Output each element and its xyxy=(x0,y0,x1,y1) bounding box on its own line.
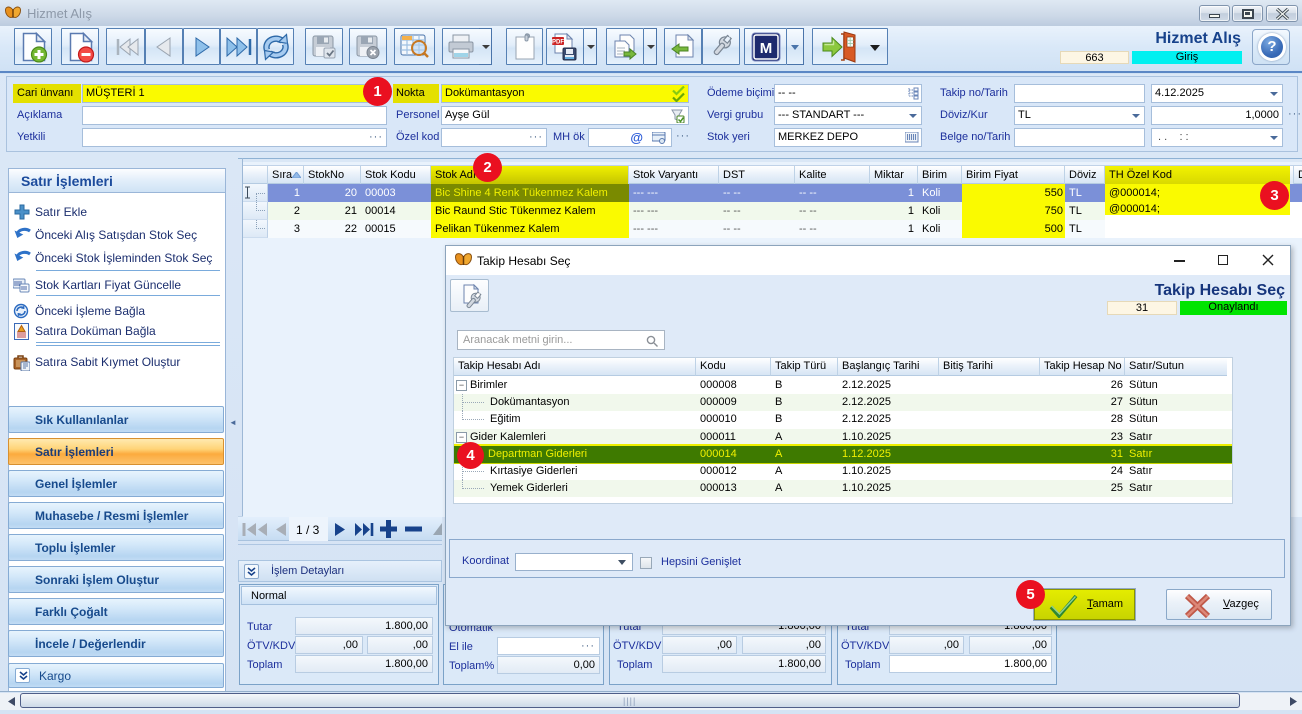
svg-text:PDF: PDF xyxy=(552,39,564,45)
svg-text:M: M xyxy=(759,40,772,57)
